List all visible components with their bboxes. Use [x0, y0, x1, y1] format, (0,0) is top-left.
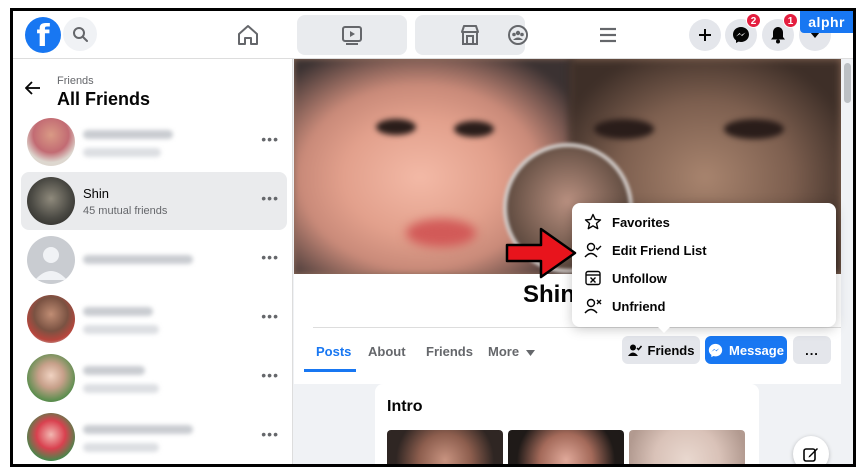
- caret-down-icon: [525, 350, 535, 356]
- friend-check-icon: [627, 344, 642, 356]
- groups-icon: [508, 25, 528, 45]
- messenger-badge: 2: [746, 13, 761, 28]
- friend-row[interactable]: •••: [21, 349, 287, 407]
- menu-item-favorites[interactable]: Favorites: [580, 208, 828, 236]
- menu-item-edit-friend-list[interactable]: Edit Friend List: [580, 236, 828, 264]
- nav-menu-tab[interactable]: [553, 15, 663, 55]
- avatar: [27, 177, 75, 225]
- friend-row[interactable]: •••: [21, 113, 287, 171]
- tab-about[interactable]: About: [368, 344, 406, 359]
- avatar: [27, 295, 75, 343]
- tab-friends[interactable]: Friends: [426, 344, 473, 359]
- breadcrumb[interactable]: Friends: [57, 75, 94, 87]
- menu-pointer: [656, 325, 672, 333]
- edit-friend-list-icon: [584, 242, 602, 258]
- avatar: [27, 354, 75, 402]
- more-options-icon[interactable]: •••: [261, 131, 279, 147]
- tab-more[interactable]: More: [488, 344, 535, 359]
- blurred-name: [83, 366, 145, 375]
- arrow-left-icon: [24, 81, 40, 95]
- friend-row[interactable]: •••: [21, 290, 287, 348]
- nav-home-tab[interactable]: [193, 15, 303, 55]
- create-button[interactable]: [689, 19, 721, 51]
- page-scrollbar-thumb[interactable]: [844, 63, 851, 103]
- watermark-logo: alphr: [800, 11, 853, 33]
- friend-row-selected[interactable]: Shin 45 mutual friends •••: [21, 172, 287, 230]
- intro-title: Intro: [387, 398, 423, 415]
- unfollow-icon: [585, 270, 601, 286]
- intro-card: Intro: [375, 384, 759, 464]
- video-icon: [342, 26, 362, 45]
- blurred-name: [83, 130, 173, 139]
- more-options-icon[interactable]: •••: [261, 426, 279, 442]
- blurred-mutual: [83, 325, 159, 334]
- friend-options-menu: Favorites Edit Friend List Unfollow Unfr…: [572, 203, 836, 327]
- tab-posts[interactable]: Posts: [316, 344, 351, 359]
- more-options-icon[interactable]: •••: [261, 190, 279, 206]
- search-icon: [73, 27, 88, 42]
- friend-name: Shin: [83, 186, 110, 201]
- facebook-logo-icon[interactable]: f: [25, 17, 61, 53]
- sidebar-title: All Friends: [57, 89, 151, 109]
- more-options-icon[interactable]: •••: [261, 308, 279, 324]
- messenger-button[interactable]: 2: [725, 13, 761, 51]
- nav-watch-tab[interactable]: [297, 15, 407, 55]
- messenger-icon: [708, 343, 723, 357]
- avatar: [27, 236, 75, 284]
- active-tab-indicator: [304, 369, 356, 372]
- message-button[interactable]: Message: [705, 336, 787, 364]
- plus-icon: [699, 29, 711, 41]
- notifications-button[interactable]: 1: [762, 13, 798, 51]
- friend-row[interactable]: •••: [21, 231, 287, 289]
- friends-button[interactable]: Friends: [622, 336, 700, 364]
- top-navigation-bar: f 2 1 alphr: [13, 11, 853, 59]
- back-button[interactable]: [24, 81, 45, 101]
- blurred-name: [83, 307, 153, 316]
- avatar: [27, 413, 75, 461]
- browser-frame: f 2 1 alphr Friends All Friends ••• Shin…: [10, 8, 856, 467]
- compose-icon: [803, 448, 818, 462]
- unfriend-icon: [584, 298, 602, 314]
- star-icon: [584, 213, 602, 230]
- red-arrow-annotation: [505, 227, 577, 279]
- search-button[interactable]: [63, 17, 97, 51]
- bell-icon: [771, 27, 785, 44]
- compose-button[interactable]: [793, 436, 829, 464]
- more-options-button[interactable]: ...: [793, 336, 831, 364]
- more-options-icon[interactable]: •••: [261, 367, 279, 383]
- menu-item-unfriend[interactable]: Unfriend: [580, 292, 828, 320]
- page-scrollbar[interactable]: [842, 59, 853, 464]
- avatar: [27, 118, 75, 166]
- menu-item-unfollow[interactable]: Unfollow: [580, 264, 828, 292]
- blurred-mutual: [83, 148, 161, 157]
- profile-name: Shin: [523, 281, 575, 308]
- messenger-icon: [733, 27, 749, 43]
- featured-photo[interactable]: [629, 430, 745, 464]
- hamburger-icon: [600, 27, 616, 43]
- featured-photo[interactable]: [508, 430, 624, 464]
- blurred-name: [83, 425, 193, 434]
- blurred-mutual: [83, 443, 159, 452]
- blurred-mutual: [83, 384, 159, 393]
- featured-photo[interactable]: [387, 430, 503, 464]
- friends-sidebar: Friends All Friends ••• Shin 45 mutual f…: [13, 59, 293, 464]
- blurred-name: [83, 255, 193, 264]
- notifications-badge: 1: [783, 13, 798, 28]
- more-options-icon[interactable]: •••: [261, 249, 279, 265]
- friend-row[interactable]: •••: [21, 408, 287, 464]
- home-icon: [238, 25, 258, 45]
- mutual-friends: 45 mutual friends: [83, 205, 168, 217]
